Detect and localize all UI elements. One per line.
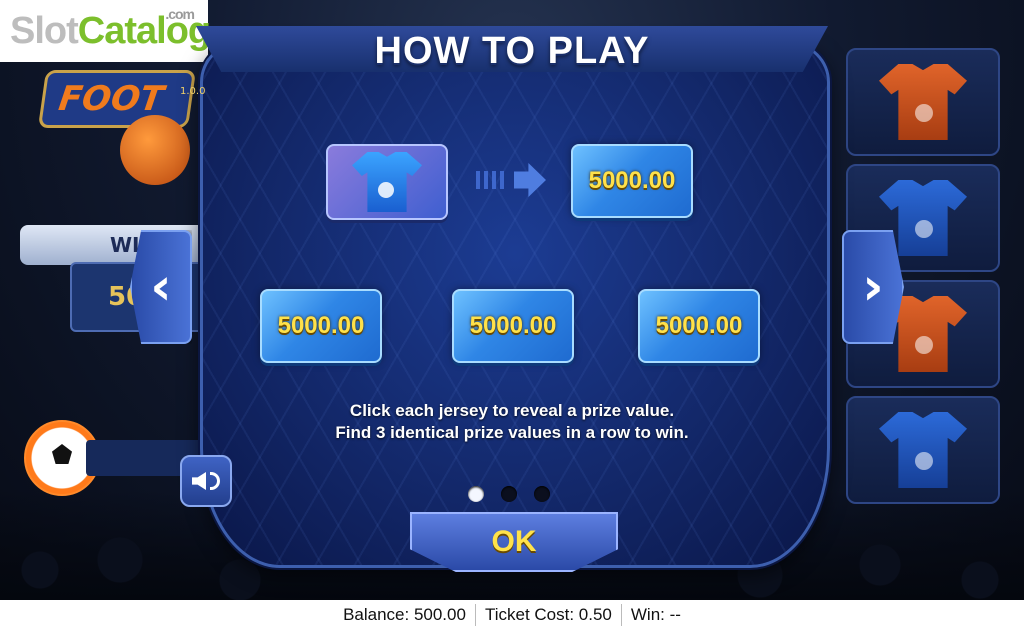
version-label: 1.0.0 (180, 86, 206, 97)
page-dot-1[interactable] (468, 486, 484, 502)
chevron-right-icon: › (862, 257, 884, 317)
page-dot-2[interactable] (501, 486, 517, 502)
balance-label: Balance: 500.00 (343, 605, 466, 624)
orange-jersey-icon (879, 64, 967, 140)
speaker-icon (192, 472, 206, 490)
status-bar: Balance: 500.00 Ticket Cost: 0.50 Win: -… (0, 600, 1024, 630)
divider (620, 604, 622, 626)
divider (474, 604, 476, 626)
row-prize-tile: 5000.00 (260, 289, 382, 363)
row-prize-tile: 5000.00 (452, 289, 574, 363)
instructions: Click each jersey to reveal a prize valu… (0, 400, 1024, 444)
ok-button[interactable]: OK (410, 512, 618, 572)
sound-wave-icon (210, 472, 220, 490)
chevron-left-icon: ‹ (150, 257, 172, 317)
dialog-title: HOW TO PLAY (374, 30, 650, 72)
instruction-line-2: Find 3 identical prize values in a row t… (335, 423, 689, 442)
logo-ball-icon (120, 115, 190, 185)
row-prize-tile: 5000.00 (638, 289, 760, 363)
page-indicator (468, 486, 550, 502)
win-label: Win: -- (630, 605, 681, 624)
sound-toggle-button[interactable] (180, 455, 232, 507)
instruction-line-1: Click each jersey to reveal a prize valu… (349, 401, 675, 420)
blue-jersey-icon (352, 152, 422, 212)
example-prize-tile: 5000.00 (571, 144, 693, 218)
previous-page-button[interactable]: ‹ (130, 230, 192, 344)
next-page-button[interactable]: › (842, 230, 904, 344)
example-jersey (326, 144, 448, 220)
game-logo-text: FOOT (56, 79, 167, 119)
watermark-com: .com (165, 6, 195, 22)
page-dot-3[interactable] (534, 486, 550, 502)
ticket-cost-label: Ticket Cost: 0.50 (484, 605, 612, 624)
right-arrow-icon (476, 163, 546, 197)
